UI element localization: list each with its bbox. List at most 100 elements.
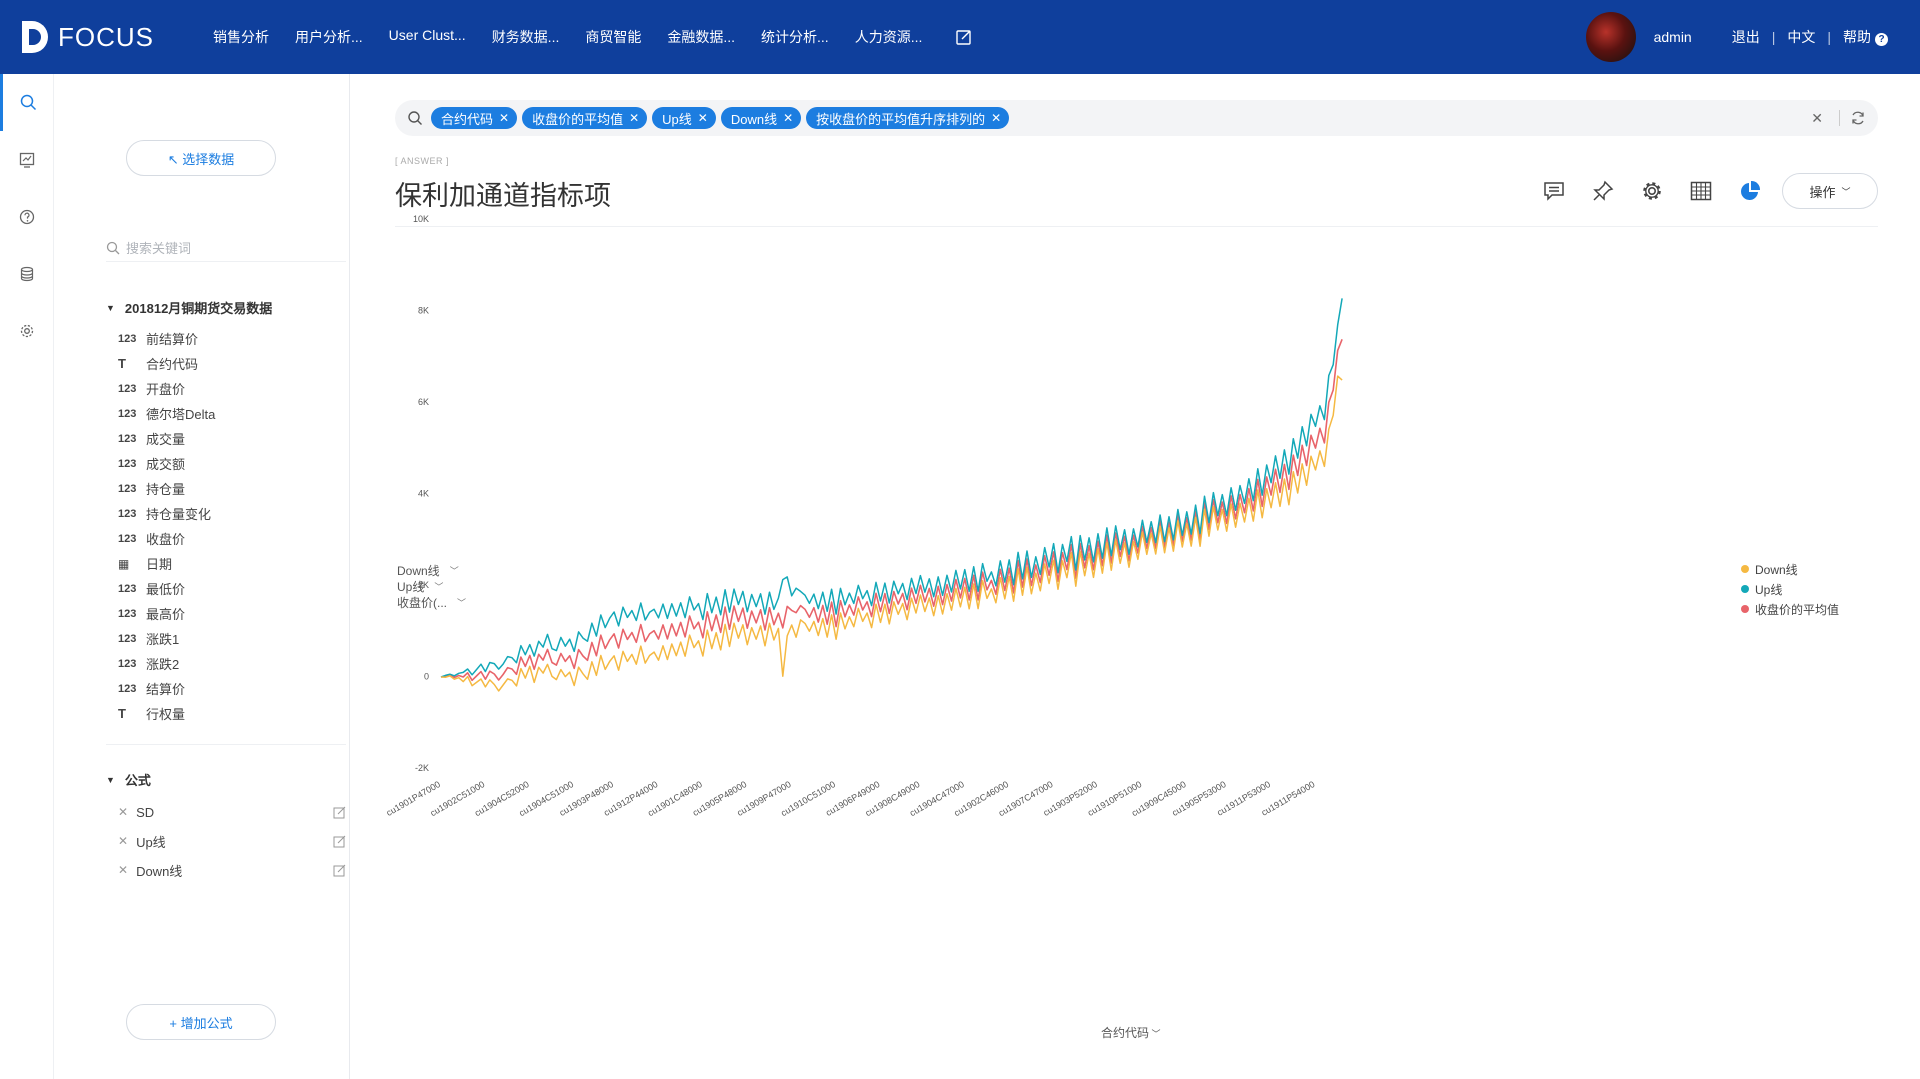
y-selector-label: Up线 <box>397 580 425 594</box>
gear-icon <box>20 324 34 337</box>
x-selector-label: 合约代码 <box>1101 1026 1150 1040</box>
field-name: 涨跌2 <box>146 657 180 672</box>
field-item[interactable]: ▦ 日期 <box>118 551 215 576</box>
field-name: 持仓量 <box>146 482 186 497</box>
y-axis-selector[interactable]: Up线 ﹀ <box>397 578 443 595</box>
nav-item[interactable]: 销售分析 <box>200 27 282 47</box>
chevron-down-icon: ﹀ <box>434 582 444 592</box>
help-label: 帮助 <box>1843 29 1871 45</box>
focus-logo-icon <box>22 21 48 53</box>
y-axis-selector[interactable]: 收盘价(... ﹀ <box>397 594 466 611</box>
remove-icon[interactable]: ✕ <box>118 805 128 819</box>
remove-icon[interactable]: ✕ <box>118 863 128 877</box>
field-name: 成交额 <box>146 457 186 472</box>
dataset-group-title[interactable]: ▼ 201812月铜期货交易数据 <box>106 298 272 317</box>
series-line-up[interactable] <box>440 298 1343 678</box>
remove-icon[interactable]: ✕ <box>118 834 128 848</box>
logo-text: FOCUS <box>58 21 154 52</box>
legend-swatch <box>1741 585 1749 593</box>
formula-item[interactable]: ✕ Down线 <box>118 858 346 882</box>
nav-item[interactable]: User Clust... <box>376 27 479 47</box>
numeric-type-icon: 123 <box>118 682 137 695</box>
legend-item[interactable]: Down线 <box>1741 559 1839 579</box>
rail-help[interactable] <box>0 188 54 245</box>
field-item[interactable]: 123 收盘价 <box>118 526 215 551</box>
edit-nav-icon[interactable] <box>955 28 973 46</box>
field-list: 123 前结算价 T 合约代码 123 开盘价 123 德尔塔Delta 123 成交量 123 成交… <box>118 326 215 726</box>
field-name: 最高价 <box>146 607 186 622</box>
search-icon <box>106 241 120 254</box>
formula-item[interactable]: ✕ SD <box>118 800 346 824</box>
add-formula-button[interactable]: + 增加公式 <box>126 1004 276 1040</box>
logout-link[interactable]: 退出 <box>1720 27 1772 47</box>
formula-group-title[interactable]: ▼ 公式 <box>106 770 151 789</box>
field-item[interactable]: 123 涨跌2 <box>118 651 215 676</box>
line-chart: -2K02K4K6K8K10Kcu1901P47000cu1902C51000c… <box>385 214 1343 818</box>
divider: | <box>1771 29 1776 45</box>
nav-item[interactable]: 金融数据... <box>654 27 748 47</box>
edit-icon[interactable] <box>333 864 346 877</box>
formula-group-name: 公式 <box>124 773 151 788</box>
icon-rail <box>0 74 54 1079</box>
field-item[interactable]: 123 开盘价 <box>118 376 215 401</box>
legend-item[interactable]: Up线 <box>1741 579 1839 599</box>
date-type-icon: ▦ <box>118 556 130 571</box>
nav-item[interactable]: 统计分析... <box>748 27 842 47</box>
help-link[interactable]: 帮助? <box>1831 27 1900 47</box>
x-axis-selector[interactable]: 合约代码 ﹀ <box>1101 1024 1161 1041</box>
formula-item[interactable]: ✕ Up线 <box>118 829 346 853</box>
y-axis-selector[interactable]: Down线 ﹀ <box>397 562 459 579</box>
field-item[interactable]: 123 成交额 <box>118 451 215 476</box>
field-name: 收盘价 <box>146 532 186 547</box>
main-nav: 销售分析 用户分析... User Clust... 财务数据... 商贸智能 … <box>200 27 935 47</box>
formula-name: SD <box>136 804 155 820</box>
legend-item[interactable]: 收盘价的平均值 <box>1741 599 1839 619</box>
field-item[interactable]: 123 持仓量 <box>118 476 215 501</box>
y-tick-label: -2K <box>415 763 429 773</box>
field-name: 日期 <box>146 557 173 572</box>
field-item[interactable]: 123 最低价 <box>118 576 215 601</box>
y-selector-label: 收盘价(... <box>397 596 447 610</box>
numeric-type-icon: 123 <box>118 432 137 445</box>
field-item[interactable]: 123 最高价 <box>118 601 215 626</box>
numeric-type-icon: 123 <box>118 482 137 495</box>
nav-item[interactable]: 人力资源... <box>842 27 936 47</box>
field-item[interactable]: 123 德尔塔Delta <box>118 401 215 426</box>
nav-item[interactable]: 财务数据... <box>479 27 573 47</box>
nav-item[interactable]: 商贸智能 <box>572 27 654 47</box>
database-icon <box>20 266 34 281</box>
avatar[interactable] <box>1585 12 1636 62</box>
language-switch[interactable]: 中文 <box>1775 27 1827 47</box>
rail-settings[interactable] <box>0 302 54 359</box>
chart-legend: Down线 Up线 收盘价的平均值 <box>1741 559 1839 619</box>
rail-data[interactable] <box>0 245 54 302</box>
field-item[interactable]: 123 持仓量变化 <box>118 501 215 526</box>
numeric-type-icon: 123 <box>118 632 137 645</box>
field-item[interactable]: 123 涨跌1 <box>118 626 215 651</box>
field-name: 行权量 <box>146 707 186 722</box>
y-tick-label: 4K <box>418 489 429 499</box>
edit-icon[interactable] <box>333 835 346 848</box>
chevron-down-icon: ﹀ <box>457 598 467 608</box>
field-item[interactable]: 123 结算价 <box>118 676 215 701</box>
numeric-type-icon: 123 <box>118 657 137 670</box>
logo[interactable]: FOCUS <box>20 19 190 55</box>
keyword-search-input[interactable]: 搜索关键词 <box>106 234 346 262</box>
rail-search[interactable] <box>0 74 54 131</box>
field-name: 成交量 <box>146 432 186 447</box>
numeric-type-icon: 123 <box>118 582 137 595</box>
field-item[interactable]: 123 成交量 <box>118 426 215 451</box>
user-area: admin 退出 | 中文 | 帮助? <box>1585 12 1900 62</box>
username[interactable]: admin <box>1654 29 1692 45</box>
divider <box>106 744 346 745</box>
numeric-type-icon: 123 <box>118 532 137 545</box>
rail-board[interactable] <box>0 131 54 188</box>
field-item[interactable]: T 合约代码 <box>118 351 215 376</box>
field-item[interactable]: 123 前结算价 <box>118 326 215 351</box>
field-name: 合约代码 <box>146 357 199 372</box>
numeric-type-icon: 123 <box>118 507 137 520</box>
select-data-button[interactable]: ↖ 选择数据 <box>126 140 276 176</box>
edit-icon[interactable] <box>333 806 346 819</box>
field-item[interactable]: T 行权量 <box>118 701 215 726</box>
nav-item[interactable]: 用户分析... <box>282 27 376 47</box>
